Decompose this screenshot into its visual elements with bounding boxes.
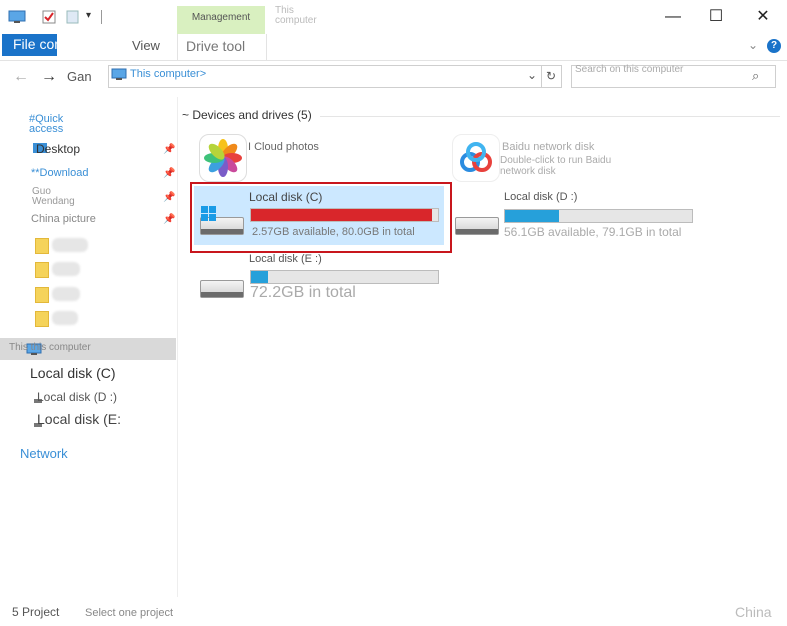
baidu-netdisk-label[interactable]: Baidu network disk — [502, 141, 594, 153]
obscured-folder-name — [52, 287, 80, 301]
sidebar-drive-d[interactable]: Local disk (D :) — [37, 390, 117, 404]
obscured-folder-name — [52, 311, 78, 325]
drive-d-usage-fill — [505, 210, 560, 222]
drive-c-usage-fill — [251, 209, 433, 221]
section-divider — [320, 116, 780, 117]
section-header[interactable]: ~ Devices and drives (5) — [182, 108, 312, 122]
back-label[interactable]: Gan — [67, 69, 92, 84]
item-count: 5 Project — [12, 605, 60, 619]
pin-icon[interactable]: 📌 — [163, 144, 175, 155]
pin-icon[interactable]: 📌 — [163, 168, 175, 179]
hard-drive-icon — [200, 280, 244, 298]
sidebar-item-documents[interactable]: Guo Wendang — [32, 187, 82, 207]
baidu-netdisk-subtitle: Double-click to run Baidu network disk — [500, 155, 612, 177]
search-placeholder: Search on this computer — [575, 64, 684, 75]
selection-status: Select one project — [85, 607, 174, 619]
region-label: China — [735, 604, 772, 620]
windows-logo-icon — [201, 206, 216, 221]
baidu-netdisk-icon[interactable] — [452, 134, 500, 182]
drive-c-usage-bar — [250, 208, 439, 222]
hard-drive-icon — [455, 217, 499, 235]
quick-access-label[interactable]: #Quick access — [29, 114, 89, 135]
sidebar-item-pictures[interactable]: China picture — [31, 213, 96, 225]
folder-icon[interactable] — [35, 238, 49, 254]
icloud-photos-label[interactable]: I Cloud photos — [248, 141, 319, 153]
drive-e-free-space: 72.2GB in total — [250, 284, 356, 301]
obscured-folder-name — [52, 262, 80, 276]
obscured-folder-name — [52, 238, 88, 252]
computer-icon[interactable] — [8, 10, 26, 24]
help-icon[interactable]: ? — [767, 39, 781, 53]
folder-icon[interactable] — [35, 311, 49, 327]
folder-icon[interactable] — [35, 287, 49, 303]
computer-icon — [111, 68, 127, 86]
management-tab[interactable]: Management — [177, 6, 265, 34]
drive-e-usage-bar — [250, 270, 439, 284]
file-tab-label[interactable]: File computer — [13, 36, 98, 52]
sidebar-this-computer-label[interactable]: This this computer — [9, 342, 91, 353]
icloud-photos-icon[interactable] — [199, 134, 247, 182]
drive-e-name[interactable]: Local disk (E :) — [249, 253, 322, 265]
maximize-button[interactable]: ☐ — [705, 6, 727, 28]
properties-icon[interactable] — [42, 10, 58, 24]
forward-arrow-icon[interactable]: → — [41, 68, 57, 86]
minimize-button[interactable]: — — [662, 6, 684, 28]
search-icon[interactable]: ⌕ — [752, 68, 759, 84]
close-button[interactable]: ✕ — [752, 6, 774, 28]
drive-e-usage-fill — [251, 271, 268, 283]
drive-c-name[interactable]: Local disk (C) — [249, 190, 322, 204]
address-path[interactable]: This computer> — [130, 68, 206, 80]
sidebar-item-desktop[interactable]: Desktop — [36, 142, 80, 156]
chevron-down-icon[interactable]: ⌄ — [748, 38, 758, 52]
back-arrow-icon[interactable]: ← — [13, 68, 29, 86]
sidebar-network[interactable]: Network — [20, 446, 68, 461]
sidebar-drive-c[interactable]: Local disk (C) — [30, 365, 116, 381]
refresh-button[interactable]: ↻ — [541, 65, 562, 88]
drive-c-free-space: 2.57GB available, 80.0GB in total — [252, 226, 415, 238]
drive-d-usage-bar — [504, 209, 693, 223]
pin-icon[interactable]: 📌 — [163, 214, 175, 225]
separator — [101, 10, 102, 24]
drive-d-free-space: 56.1GB available, 79.1GB in total — [504, 225, 682, 239]
view-tab[interactable]: View — [132, 38, 160, 53]
drive-tool-label[interactable]: Drive tool — [186, 38, 245, 54]
sidebar-drive-e[interactable]: Local disk (E: — [37, 411, 121, 427]
customize-dropdown-icon[interactable]: ▾ — [86, 10, 102, 24]
new-folder-icon[interactable] — [66, 10, 82, 24]
ribbon-tabs — [0, 34, 787, 61]
address-dropdown-icon[interactable]: ⌄ — [527, 68, 537, 82]
pin-icon[interactable]: 📌 — [163, 192, 175, 203]
window-title: This computer — [275, 5, 317, 26]
folder-icon[interactable] — [35, 262, 49, 278]
sidebar-item-download[interactable]: **Download — [31, 167, 88, 179]
drive-d-name[interactable]: Local disk (D :) — [504, 191, 577, 203]
